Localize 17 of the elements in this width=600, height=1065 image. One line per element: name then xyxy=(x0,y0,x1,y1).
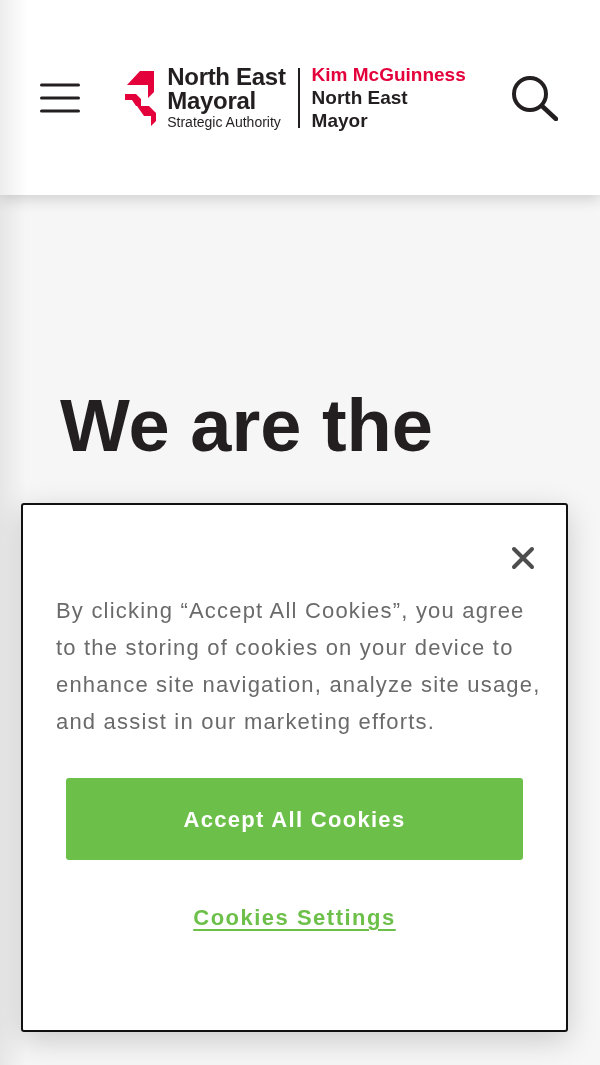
mayor-title: Mayor xyxy=(311,109,369,132)
hero-heading: We are the xyxy=(60,383,433,469)
cookies-settings-link[interactable]: Cookies Settings xyxy=(193,903,396,933)
logo-subtitle: Strategic Authority xyxy=(167,113,282,131)
search-icon xyxy=(511,74,558,121)
logo-text: Mayoral xyxy=(167,88,257,113)
search-button[interactable] xyxy=(511,74,558,121)
close-icon xyxy=(511,546,535,570)
logo-text: North East xyxy=(167,64,286,89)
accept-all-cookies-button[interactable]: Accept All Cookies xyxy=(66,778,523,860)
logo-mark-icon xyxy=(125,69,158,126)
menu-icon xyxy=(40,82,80,113)
mayor-title: North East xyxy=(311,86,409,109)
menu-button[interactable] xyxy=(40,82,80,113)
mayor-name: Kim McGuinness xyxy=(311,63,466,86)
close-button[interactable] xyxy=(511,546,535,570)
cookie-message: By clicking “Accept All Cookies”, you agree to the storing of cookies on your device to enhance site navigation, analyze site usage, and assist in our marketing efforts. xyxy=(56,597,542,736)
